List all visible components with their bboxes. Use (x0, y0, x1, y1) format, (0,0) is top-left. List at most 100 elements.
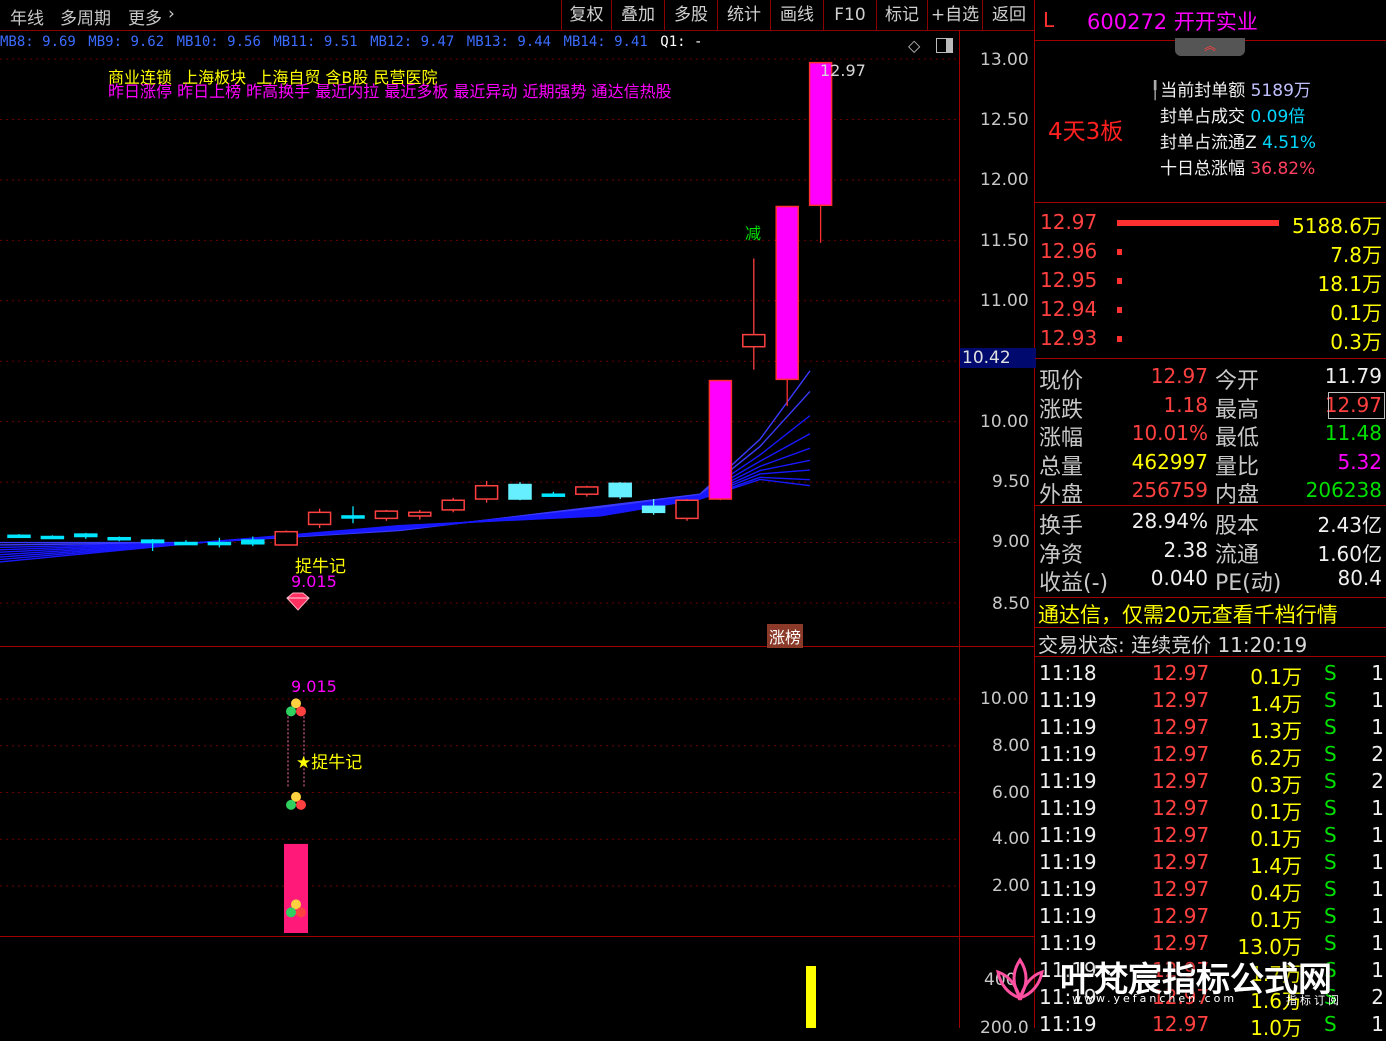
price-chart[interactable] (0, 30, 959, 646)
signal-price-label: 9.015 (291, 572, 337, 591)
quote-value: 206238 (1305, 478, 1382, 503)
tick-price: 12.97 (1152, 769, 1210, 793)
quote-label: 现价 (1039, 369, 1084, 394)
limit-list-badge[interactable]: 涨榜 (767, 624, 804, 648)
indicator-chart[interactable] (0, 647, 959, 936)
candle-body (140, 539, 165, 544)
promo-link[interactable]: 通达信，仅需20元查看千档行情 (1038, 599, 1338, 629)
candle (7, 534, 31, 539)
tick-time: 11:19 (1039, 688, 1097, 712)
chart-axis-divider (959, 30, 960, 1028)
quote-row: 外盘 256759 内盘 206238 (1035, 477, 1386, 508)
candle (307, 508, 332, 529)
order-book-row[interactable]: 12.93 0.3万 (1035, 326, 1386, 354)
quote-value: 28.94% (1131, 509, 1208, 533)
stock-header: L 600272 开开实业 ︽ (1035, 0, 1386, 56)
candle-body (742, 333, 766, 348)
indicator-star-label: ★捉牛记 (296, 753, 363, 773)
collapse-toggle-icon[interactable]: ︽ (1175, 38, 1245, 56)
candle-body (708, 379, 733, 500)
quote-value: 0.040 (1150, 566, 1208, 591)
tick-volume: 1.4万 (1250, 854, 1302, 878)
limit-info-row: 十日总涨幅 36.82% (1160, 159, 1316, 179)
tick-time: 11:19 (1039, 742, 1097, 766)
multi-period-button[interactable]: 多周期 (60, 4, 111, 29)
limit-info-row: 封单占流通Z 4.51% (1160, 133, 1317, 153)
tick-row: 11:19 12.97 0.1万 S 1 (1035, 796, 1386, 824)
overlay-button[interactable]: 叠加 (611, 0, 664, 30)
ma-line (0, 478, 811, 563)
tick-volume: 0.1万 (1250, 908, 1302, 932)
tick-row: 11:19 12.97 6.2万 S 2 (1035, 742, 1386, 770)
candle-body (207, 541, 232, 546)
quote-label: 换手 (1039, 514, 1084, 539)
quote-label: 股本 (1215, 514, 1260, 539)
tick-side: S (1324, 769, 1337, 793)
order-book-row[interactable]: 12.97 5188.6万 (1035, 210, 1386, 238)
statistics-button[interactable]: 统计 (717, 0, 770, 30)
order-book-row[interactable]: 12.95 18.1万 (1035, 268, 1386, 296)
quote-value: 1.18 (1163, 392, 1208, 417)
candle (675, 499, 699, 521)
candlesticks (7, 61, 833, 552)
candle (274, 530, 298, 546)
add-watchlist-button[interactable]: +自选 (927, 0, 982, 30)
chevron-right-icon[interactable]: › (168, 4, 175, 24)
tick-price: 12.97 (1152, 877, 1210, 901)
year-line-button[interactable]: 年线 (10, 4, 44, 29)
ma-line (0, 390, 811, 546)
candle (40, 535, 65, 540)
tick-count: 1 (1371, 850, 1384, 874)
quote-row: 收益(-) 0.040 PE(动) 80.4 (1035, 565, 1386, 596)
limit-info-row: ╿当前封单额 5189万 (1150, 81, 1311, 101)
more-button[interactable]: 更多 (128, 4, 162, 29)
quote-value: 10.01% (1131, 421, 1208, 446)
fuquan-button[interactable]: 复权 (561, 0, 611, 30)
candle (575, 485, 599, 497)
order-book-row[interactable]: 12.94 0.1万 (1035, 297, 1386, 325)
multi-stock-button[interactable]: 多股 (664, 0, 717, 30)
tick-price: 12.97 (1152, 796, 1210, 820)
price-axis-label: 8.50 (992, 594, 1030, 614)
limit-streak: 4天3板 (1048, 119, 1124, 145)
tick-volume: 0.3万 (1250, 773, 1302, 797)
bid-volume-bar (1117, 249, 1122, 255)
tick-row: 11:19 12.97 0.1万 S 1 (1035, 823, 1386, 851)
candle-body (408, 511, 432, 517)
quote-label: 涨跌 (1039, 397, 1084, 423)
tick-count: 1 (1371, 715, 1384, 739)
quote-label: 最高 (1215, 397, 1260, 423)
order-book-row[interactable]: 12.96 7.8万 (1035, 239, 1386, 267)
watermark: 叶梵宸指标公式网 www.yefanchen.com 指标订阅 (990, 948, 1386, 1028)
bid-volume: 0.3万 (1330, 330, 1382, 354)
tick-volume: 0.1万 (1250, 665, 1302, 689)
candle-body (107, 536, 131, 541)
ball-cluster-icon (286, 698, 306, 717)
candle-body (174, 541, 198, 546)
tick-price: 12.97 (1152, 823, 1210, 847)
bid-volume-bar (1117, 336, 1122, 342)
candle-body (374, 510, 399, 520)
divider (1035, 358, 1386, 359)
candle (808, 61, 833, 243)
bid-price: 12.96 (1040, 239, 1098, 263)
gem-icon (286, 592, 310, 611)
tick-count: 1 (1371, 904, 1384, 928)
tick-side: S (1324, 715, 1337, 739)
current-cursor-price: 10.42 (960, 348, 1036, 368)
market-tag: L (1043, 8, 1055, 32)
back-button[interactable]: 返回 (982, 0, 1035, 30)
draw-line-button[interactable]: 画线 (770, 0, 823, 30)
tick-side: S (1324, 688, 1337, 712)
tick-price: 12.97 (1152, 850, 1210, 874)
quote-label: 量比 (1215, 454, 1260, 480)
quote-value: 80.4 (1337, 566, 1382, 591)
tick-side: S (1324, 823, 1337, 847)
tick-time: 11:19 (1039, 823, 1097, 847)
trade-status: 交易状态: 连续竞价 11:20:19 (1038, 633, 1308, 657)
tick-side: S (1324, 742, 1337, 766)
mark-button[interactable]: 标记 (876, 0, 927, 30)
tick-row: 11:19 12.97 1.4万 S 1 (1035, 688, 1386, 716)
f10-button[interactable]: F10 (823, 0, 876, 30)
quote-label: 流通 (1215, 542, 1260, 568)
